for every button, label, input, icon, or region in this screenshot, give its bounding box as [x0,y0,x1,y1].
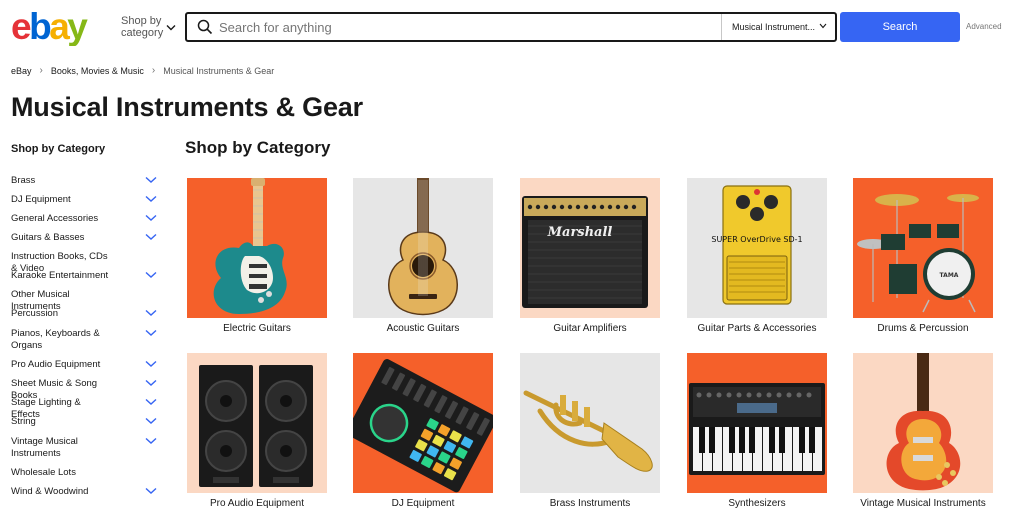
chevron-right-icon: › [39,65,43,76]
pedal-brand-text: SUPER OverDrive SD-1 [711,235,802,244]
category-tile-label[interactable]: Guitar Amplifiers [520,323,660,334]
category-tile-label[interactable]: Acoustic Guitars [353,323,493,334]
category-tile[interactable]: TAMA Drums & Percussion [853,178,993,334]
sidebar-item-label: Pro Audio Equipment [11,359,101,370]
electric-guitar-image[interactable] [187,178,327,318]
logo-letter-y: y [67,8,88,46]
page-title: Musical Instruments & Gear [11,92,363,122]
trumpet-image[interactable] [520,353,660,493]
sidebar-item[interactable]: Wholesale Lots [11,467,159,479]
chevron-down-icon[interactable] [145,487,157,495]
sidebar-item-label: Guitars & Basses [11,232,85,243]
chevron-down-icon[interactable] [145,214,157,222]
sidebar-item-label: Pianos, Keyboards & Organs [11,328,100,351]
chevron-down-icon [819,23,827,29]
advanced-search-link[interactable]: Advanced [966,22,1002,31]
category-tile-label[interactable]: Electric Guitars [187,323,327,334]
category-tile-label[interactable]: Synthesizers [687,498,827,509]
category-tile[interactable]: Pro Audio Equipment [187,353,327,509]
sidebar-item[interactable]: Karaoke Entertainment [11,270,159,282]
category-tile[interactable]: Acoustic Guitars [353,178,493,334]
sidebar-item-label: Wholesale Lots [11,467,76,478]
sidebar-item-label: Vintage Musical Instruments [11,436,78,459]
sidebar-item[interactable]: Guitars & Basses [11,232,159,244]
sidebar-item-label: Percussion [11,308,58,319]
chevron-down-icon[interactable] [145,309,157,317]
category-tile[interactable]: Electric Guitars [187,178,327,334]
category-tile[interactable]: DJ Equipment [353,353,493,509]
breadcrumb-item-ebay[interactable]: eBay [11,66,32,76]
sidebar-item-label: General Accessories [11,213,99,224]
logo-letter-e: e [11,8,31,46]
chevron-down-icon[interactable] [145,417,157,425]
sidebar-item[interactable]: Pianos, Keyboards & Organs [11,328,159,352]
guitar-amplifier-image[interactable]: Marshall [520,178,660,318]
amp-brand-logo: Marshall [547,225,613,240]
breadcrumb-item-books-movies-music[interactable]: Books, Movies & Music [51,66,144,76]
sidebar-item[interactable]: Percussion [11,308,159,320]
sidebar-item-label: Karaoke Entertainment [11,270,109,281]
chevron-down-icon[interactable] [145,379,157,387]
category-tile[interactable]: Marshall Guitar Amplifiers [520,178,660,334]
category-tile[interactable]: SUPER OverDrive SD-1 Guitar Parts & Acce… [687,178,827,334]
chevron-down-icon[interactable] [145,195,157,203]
chevron-right-icon: › [151,65,156,76]
sidebar-item-label: Brass [11,175,36,186]
category-select-value: Musical Instrument... [732,22,816,32]
breadcrumb-item-current: Musical Instruments & Gear [163,65,275,76]
chevron-down-icon[interactable] [145,360,157,368]
vintage-guitar-image[interactable] [853,353,993,493]
shop-by-category-button[interactable]: Shop by category [121,15,179,39]
speakers-image[interactable] [187,353,327,493]
breadcrumb: eBay › Books, Movies & Music › Musical I… [11,65,274,76]
search-icon [197,19,213,35]
guitar-pedal-image[interactable]: SUPER OverDrive SD-1 [687,178,827,318]
category-tile-label[interactable]: Vintage Musical Instruments [853,498,993,509]
logo-letter-b: b [29,8,51,46]
category-select[interactable]: Musical Instrument... [721,14,835,40]
search-bar: Musical Instrument... [185,12,837,42]
sidebar-item[interactable]: Brass [11,175,159,187]
category-tile[interactable]: Synthesizers [687,353,827,509]
category-sidebar: Shop by Category Brass DJ Equipment Genera… [11,143,159,497]
category-tile-label[interactable]: Brass Instruments [520,498,660,509]
category-tile-label[interactable]: Pro Audio Equipment [187,498,327,509]
sidebar-item-label: String [11,416,36,427]
ebay-logo[interactable]: ebay [11,8,97,46]
search-input[interactable] [219,19,719,35]
dj-controller-image[interactable] [353,353,493,493]
search-button[interactable]: Search [840,12,960,42]
chevron-down-icon[interactable] [145,329,157,337]
main-section-title: Shop by Category [185,138,331,157]
sidebar-heading: Shop by Category [11,143,106,155]
sidebar-item[interactable]: Vintage Musical Instruments [11,436,159,460]
sidebar-item[interactable]: Pro Audio Equipment [11,359,159,371]
category-tile-label[interactable]: Drums & Percussion [853,323,993,334]
chevron-down-icon [166,24,176,30]
drum-kit-image[interactable]: TAMA [853,178,993,318]
category-tile-label[interactable]: Guitar Parts & Accessories [687,323,827,334]
synthesizer-image[interactable] [687,353,827,493]
sidebar-item-label: Wind & Woodwind [11,486,89,497]
chevron-down-icon[interactable] [145,437,157,445]
svg-text:TAMA: TAMA [940,272,959,279]
svg-text:ebay: ebay [11,8,88,46]
sidebar-item[interactable]: Wind & Woodwind [11,486,159,498]
chevron-down-icon[interactable] [145,398,157,406]
category-tile[interactable]: Brass Instruments [520,353,660,509]
sidebar-item[interactable]: String [11,416,159,428]
acoustic-guitar-image[interactable] [353,178,493,318]
chevron-down-icon[interactable] [145,233,157,241]
shop-by-category-label: Shop by category [121,15,164,39]
category-tile-label[interactable]: DJ Equipment [353,498,493,509]
sidebar-item[interactable]: General Accessories [11,213,159,225]
sidebar-item[interactable]: DJ Equipment [11,194,159,206]
category-tile[interactable]: Vintage Musical Instruments [853,353,993,509]
chevron-down-icon[interactable] [145,271,157,279]
sidebar-item-label: DJ Equipment [11,194,71,205]
chevron-down-icon[interactable] [145,176,157,184]
